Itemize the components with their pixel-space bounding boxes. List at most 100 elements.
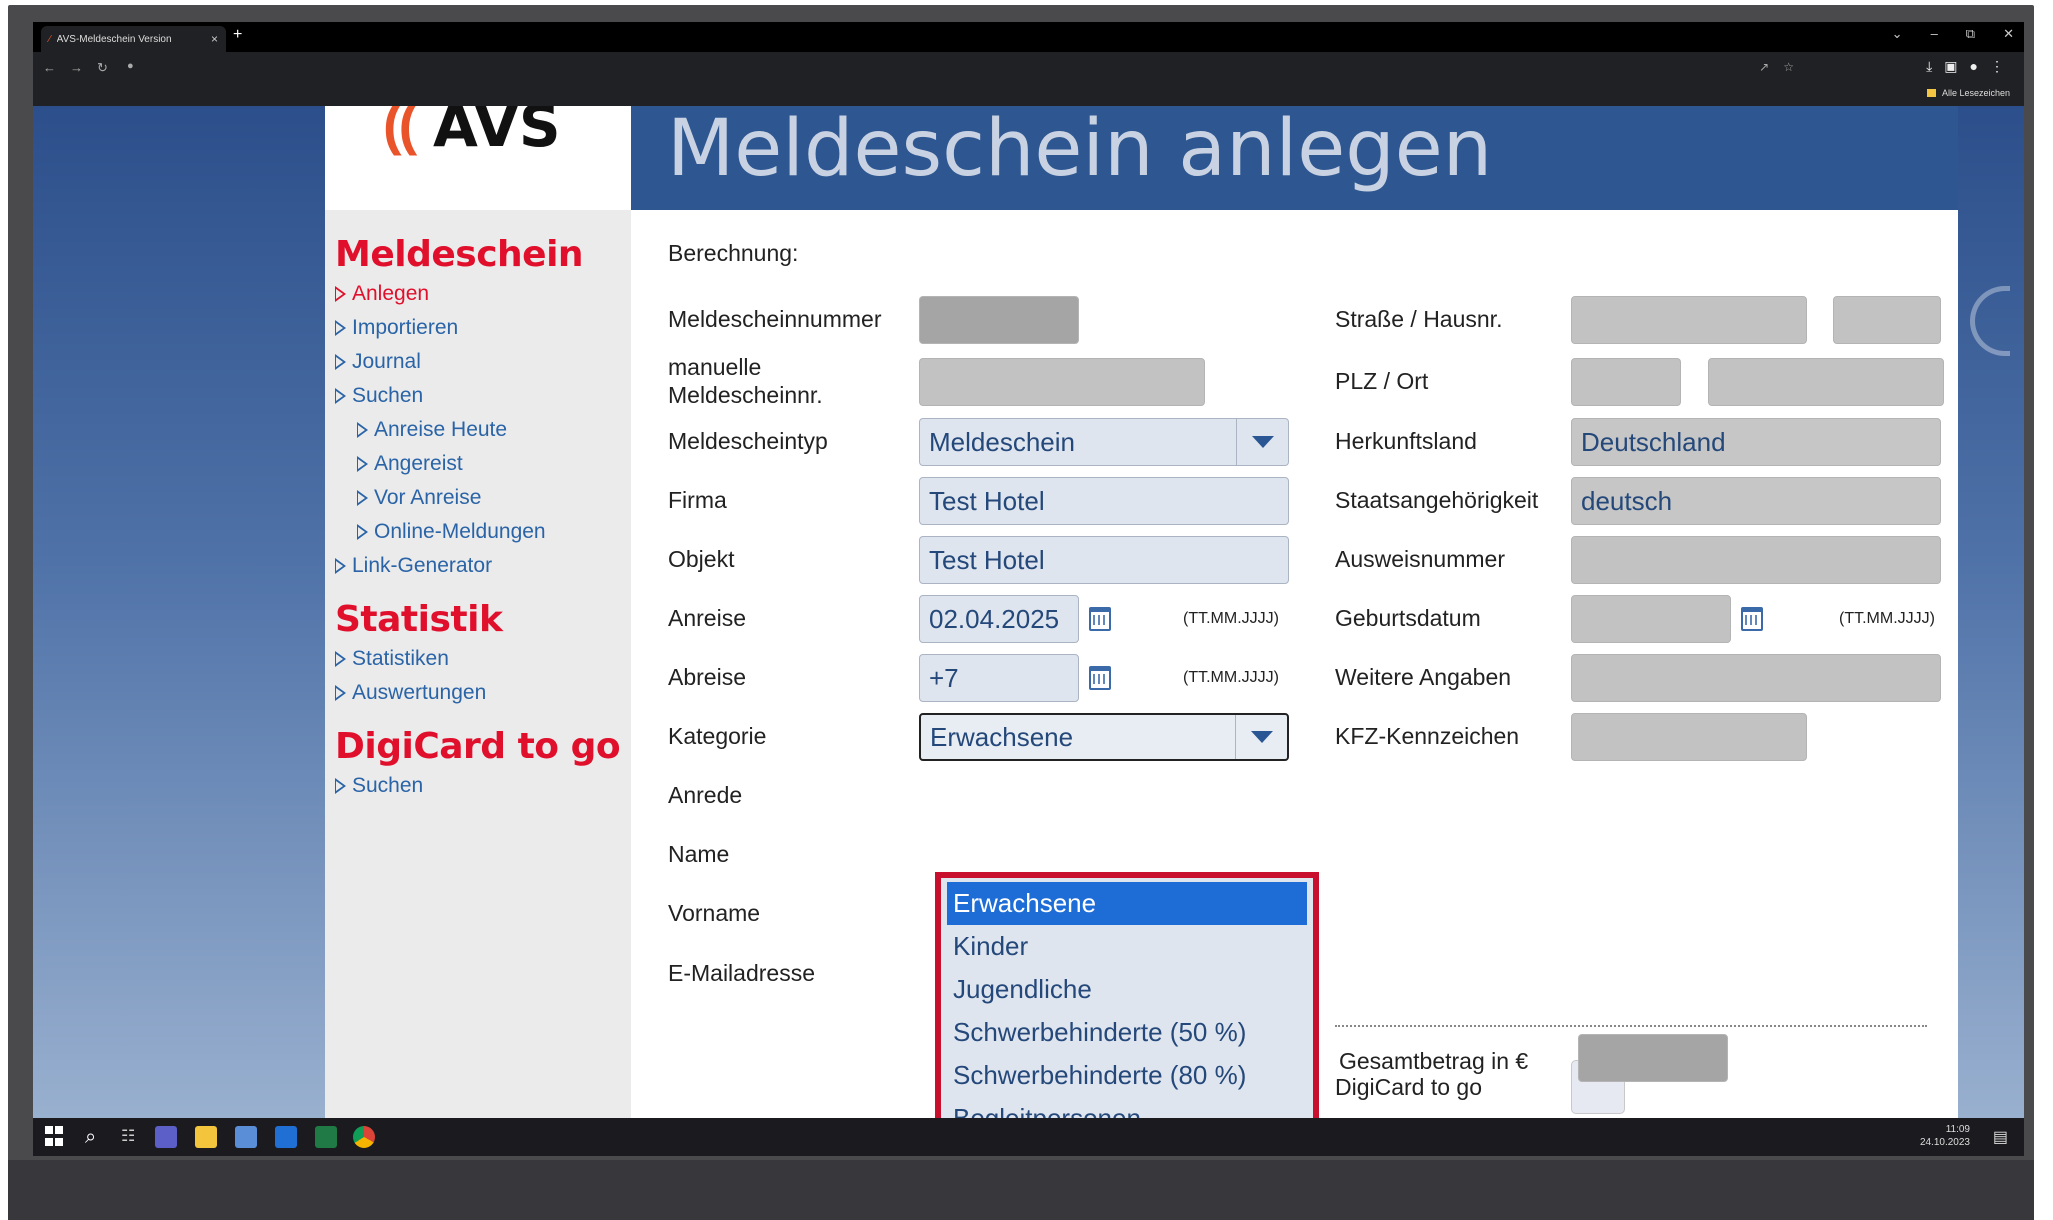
gesamtbetrag-label: Gesamtbetrag in € <box>1339 1048 1529 1074</box>
explorer-icon[interactable] <box>195 1126 217 1148</box>
meldescheintyp-select[interactable]: Meldeschein <box>919 418 1289 466</box>
kategorie-option[interactable]: Erwachsene <box>947 882 1307 925</box>
sidebar-item[interactable]: Suchen <box>335 769 631 803</box>
kfz-label: KFZ-Kennzeichen <box>1335 723 1520 749</box>
page-viewport: (( AVS Meldeschein anlegen Meldeschein An… <box>33 106 2024 1118</box>
sidebar-item[interactable]: Angereist <box>335 447 631 481</box>
hausnr-input[interactable] <box>1833 296 1941 344</box>
herkunftsland-input[interactable]: Deutschland <box>1571 418 1941 466</box>
tab-title: AVS-Meldeschein Version <box>56 33 172 45</box>
sidebar-item[interactable]: Anlegen <box>335 277 631 311</box>
download-icon[interactable]: ⤓ <box>1926 58 1932 75</box>
forward-icon[interactable]: → <box>70 60 83 76</box>
anreise-input[interactable]: 02.04.2025 <box>919 595 1079 643</box>
geburtsdatum-input[interactable] <box>1571 595 1731 643</box>
close-tab-icon[interactable]: × <box>211 32 218 46</box>
meldescheintyp-value: Meldeschein <box>929 426 1075 457</box>
sidebar-item-label: Online-Meldungen <box>374 520 546 543</box>
abreise-calendar-icon[interactable] <box>1089 666 1111 690</box>
lock-icon: ● <box>127 60 134 72</box>
sidebar-item[interactable]: Suchen <box>335 379 631 413</box>
address-bar[interactable]: ● <box>117 57 1867 79</box>
system-clock[interactable]: 11:09 24.10.2023 <box>1920 1123 1970 1149</box>
tab-search-icon[interactable]: ⌄ <box>1892 26 1903 42</box>
browser-tab[interactable]: ∕ AVS-Meldeschein Version × <box>41 26 226 52</box>
abreise-label: Abreise <box>668 664 746 690</box>
task-view-icon[interactable]: ☷ <box>121 1126 143 1148</box>
kategorie-option[interactable]: Kinder <box>947 925 1307 968</box>
notification-icon[interactable]: ▤ <box>1993 1127 2008 1147</box>
firma-input[interactable]: Test Hotel <box>919 477 1289 525</box>
teams-icon[interactable] <box>155 1126 177 1148</box>
sidebar-item[interactable]: Link-Generator <box>335 549 631 583</box>
reload-icon[interactable]: ↻ <box>97 60 108 76</box>
sidebar-item-label: Statistiken <box>352 647 449 670</box>
search-icon[interactable]: ⌕ <box>85 1126 107 1148</box>
objekt-label: Objekt <box>668 546 735 572</box>
minimize-icon[interactable]: – <box>1931 26 1938 42</box>
close-window-icon[interactable]: ✕ <box>2003 26 2014 42</box>
sidebar-section-title: Meldeschein <box>335 234 584 275</box>
sidepanel-icon[interactable]: ▣ <box>1944 58 1957 75</box>
kategorie-select[interactable]: Erwachsene <box>919 713 1289 761</box>
kategorie-option[interactable]: Jugendliche <box>947 968 1307 1011</box>
triangle-right-icon <box>335 320 346 336</box>
geburtsdatum-calendar-icon[interactable] <box>1741 607 1763 631</box>
scroll-handle[interactable] <box>1970 286 2010 356</box>
menu-icon[interactable]: ⋮ <box>1990 58 2004 75</box>
back-icon[interactable]: ← <box>43 60 56 76</box>
new-tab-button[interactable]: + <box>233 26 242 44</box>
ort-input[interactable] <box>1708 358 1944 406</box>
triangle-right-icon <box>335 286 346 302</box>
share-icon[interactable]: ↗ <box>1759 60 1769 74</box>
sidebar-item[interactable]: Auswertungen <box>335 676 631 710</box>
triangle-right-icon <box>357 524 368 540</box>
logo: (( AVS <box>325 106 631 210</box>
sidebar-item[interactable]: Vor Anreise <box>335 481 631 515</box>
kategorie-option[interactable]: Schwerbehinderte (80 %) <box>947 1054 1307 1097</box>
anreise-calendar-icon[interactable] <box>1089 607 1111 631</box>
name-label: Name <box>668 841 730 867</box>
sidebar-item-label: Vor Anreise <box>374 486 482 509</box>
weitere-angaben-input[interactable] <box>1571 654 1941 702</box>
chrome-icon[interactable] <box>353 1126 375 1148</box>
sidebar-item[interactable]: Online-Meldungen <box>335 515 631 549</box>
extensions-area: ⤓ ▣ ● ⋮ <box>1926 58 2004 75</box>
address-bar-actions: ↗ ☆ <box>1759 60 1794 74</box>
sidebar-item[interactable]: Importieren <box>335 311 631 345</box>
kategorie-option[interactable]: Schwerbehinderte (50 %) <box>947 1011 1307 1054</box>
kfz-input[interactable] <box>1571 713 1807 761</box>
bookmark-star-icon[interactable]: ☆ <box>1783 60 1794 74</box>
herkunftsland-label: Herkunftsland <box>1335 428 1477 454</box>
outlook-icon[interactable] <box>275 1126 297 1148</box>
firma-label: Firma <box>668 487 727 513</box>
geburtsdatum-label: Geburtsdatum <box>1335 605 1481 631</box>
sidebar-item[interactable]: Anreise Heute <box>335 413 631 447</box>
plz-input[interactable] <box>1571 358 1681 406</box>
sidebar-section-title: Statistik <box>335 599 503 640</box>
manuelle-meldescheinnr-input[interactable] <box>919 358 1205 406</box>
chevron-down-icon[interactable] <box>1235 715 1287 759</box>
kategorie-dropdown-list: Erwachsene Kinder Jugendliche Schwerbehinde… <box>935 872 1319 1118</box>
ausweisnummer-input[interactable] <box>1571 536 1941 584</box>
sidebar-item[interactable]: Statistiken <box>335 642 631 676</box>
monitor-bezel <box>8 1160 2034 1220</box>
objekt-input[interactable]: Test Hotel <box>919 536 1289 584</box>
kategorie-option[interactable]: Begleitpersonen <box>947 1097 1307 1118</box>
excel-icon[interactable] <box>315 1126 337 1148</box>
remote-app-icon[interactable] <box>235 1126 257 1148</box>
bookmark-folder[interactable]: Alle Lesezeichen <box>1926 88 2010 98</box>
anrede-label: Anrede <box>668 782 743 808</box>
chevron-down-icon[interactable] <box>1236 419 1288 465</box>
profile-avatar[interactable]: ● <box>1970 58 1978 75</box>
sidebar-item[interactable]: Journal <box>335 345 631 379</box>
abreise-input[interactable]: +7 <box>919 654 1079 702</box>
strasse-input[interactable] <box>1571 296 1807 344</box>
windows-start-icon[interactable] <box>45 1126 67 1148</box>
triangle-right-icon <box>335 558 346 574</box>
sidebar-item-label: Suchen <box>352 384 424 407</box>
triangle-right-icon <box>357 490 368 506</box>
restore-icon[interactable]: ⧉ <box>1966 26 1975 42</box>
triangle-right-icon <box>335 685 346 701</box>
staatsangehoerigkeit-input[interactable]: deutsch <box>1571 477 1941 525</box>
